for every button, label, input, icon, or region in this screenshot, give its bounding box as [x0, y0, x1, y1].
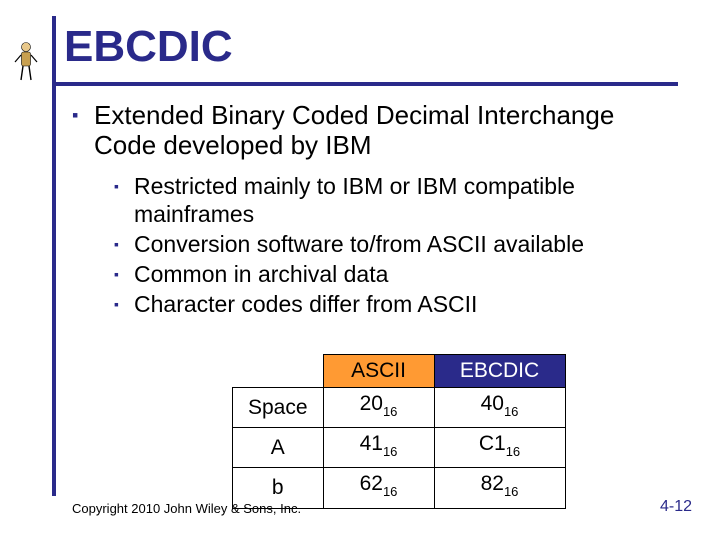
- bullet-square-icon: ▪: [72, 100, 86, 130]
- bullet-level1-text: Extended Binary Coded Decimal Interchang…: [94, 100, 662, 160]
- table-cell-ebcdic: C116: [434, 428, 565, 468]
- table-cell-ascii: 4116: [323, 428, 434, 468]
- bullet-square-icon: ▪: [114, 172, 128, 200]
- bullet-level2: ▪ Character codes differ from ASCII: [114, 290, 662, 318]
- bullet-level2: ▪ Common in archival data: [114, 260, 662, 288]
- table-row: Space 2016 4016: [233, 388, 566, 428]
- bullet-level2: ▪ Restricted mainly to IBM or IBM compat…: [114, 172, 662, 228]
- table-cell-ebcdic: 4016: [434, 388, 565, 428]
- table-cell-ascii: 2016: [323, 388, 434, 428]
- slide-title: EBCDIC: [64, 22, 233, 72]
- table-row: A 4116 C116: [233, 428, 566, 468]
- bullet-level2-text: Common in archival data: [134, 260, 388, 288]
- bullet-level2-list: ▪ Restricted mainly to IBM or IBM compat…: [114, 172, 662, 318]
- bullet-level1: ▪ Extended Binary Coded Decimal Intercha…: [72, 100, 662, 160]
- table-cell-ebcdic: 8216: [434, 468, 565, 508]
- title-horizontal-rule: [52, 82, 678, 86]
- bullet-square-icon: ▪: [114, 230, 128, 258]
- slide: EBCDIC ▪ Extended Binary Coded Decimal I…: [0, 0, 720, 540]
- bullet-level2-text: Character codes differ from ASCII: [134, 290, 477, 318]
- bullet-level2-text: Conversion software to/from ASCII availa…: [134, 230, 584, 258]
- bullet-level2: ▪ Conversion software to/from ASCII avai…: [114, 230, 662, 258]
- page-number: 4-12: [660, 498, 692, 516]
- table-cell-ascii: 6216: [323, 468, 434, 508]
- title-vertical-rule: [52, 16, 56, 496]
- table-header-row: ASCII EBCDIC: [233, 355, 566, 388]
- copyright-text: Copyright 2010 John Wiley & Sons, Inc.: [72, 501, 301, 516]
- bullet-square-icon: ▪: [114, 290, 128, 318]
- table-blank-corner: [233, 355, 324, 388]
- bullet-level2-text: Restricted mainly to IBM or IBM compatib…: [134, 172, 662, 228]
- content-area: ▪ Extended Binary Coded Decimal Intercha…: [72, 100, 662, 320]
- comparison-table: ASCII EBCDIC Space 2016 4016 A 4116 C116…: [232, 354, 566, 509]
- table-row-label: Space: [233, 388, 324, 428]
- decorative-figure-icon: [12, 40, 40, 84]
- table-header-ascii: ASCII: [323, 355, 434, 388]
- table-header-ebcdic: EBCDIC: [434, 355, 565, 388]
- bullet-square-icon: ▪: [114, 260, 128, 288]
- table-row-label: A: [233, 428, 324, 468]
